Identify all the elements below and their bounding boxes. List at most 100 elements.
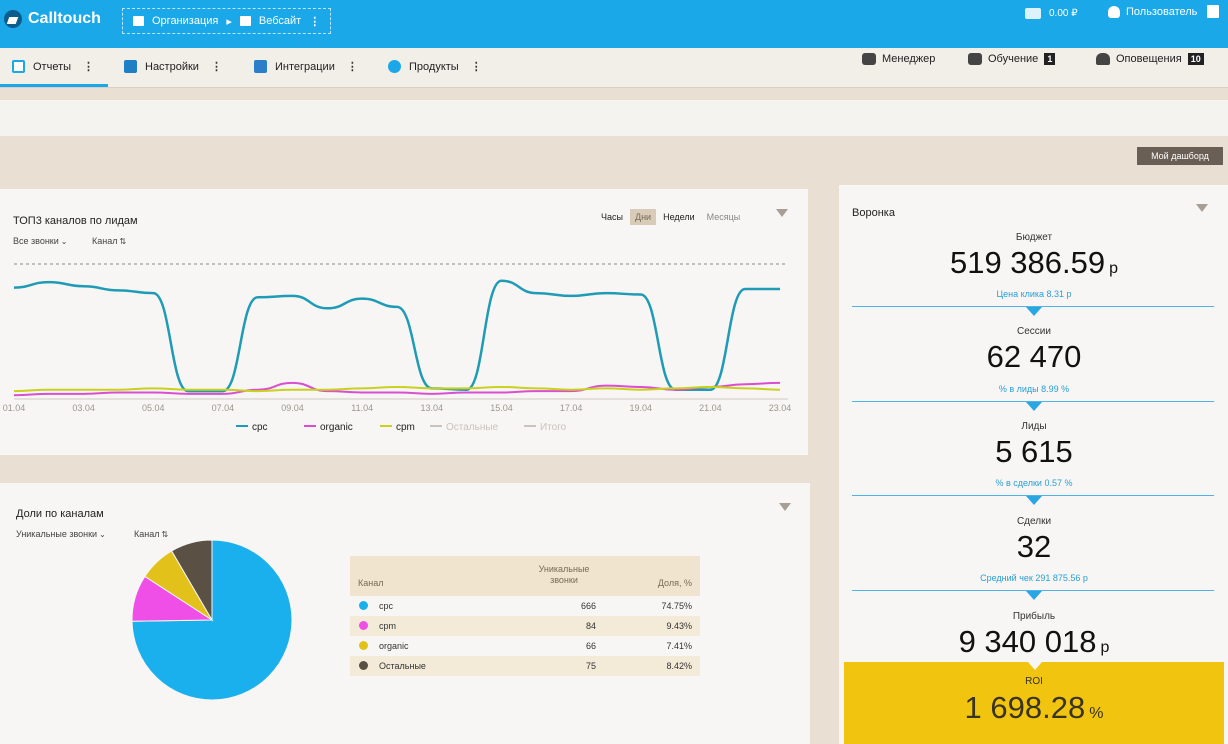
legend-item-Итого[interactable]: Итого <box>524 422 567 433</box>
active-tab-indicator <box>0 84 108 87</box>
roi-number: 1 698.28 <box>964 690 1086 725</box>
column-share[interactable]: Доля, % <box>650 578 692 588</box>
calls-filter-label: Все звонки <box>13 236 59 246</box>
nav-alerts[interactable]: Оповещения 10 <box>1096 53 1204 65</box>
column-unique-calls[interactable]: Уникальные звонки <box>530 564 598 586</box>
graduation-cap-icon <box>968 53 982 65</box>
funnel-arrow-icon <box>1026 307 1042 316</box>
pie-chart <box>131 539 293 701</box>
breadcrumb-more-icon[interactable]: ⋮ <box>309 15 320 28</box>
profit-label: Прибыль <box>1012 611 1056 622</box>
funnel-arrow-icon <box>1026 591 1042 600</box>
puzzle-icon <box>254 60 267 73</box>
period-weeks[interactable]: Недели <box>658 209 700 225</box>
app-logo[interactable]: Calltouch <box>4 10 101 28</box>
funnel-arrow-icon <box>1026 402 1042 411</box>
nav-manager-label: Менеджер <box>882 53 936 65</box>
nav-manager[interactable]: Менеджер <box>862 53 935 65</box>
row-calls: 75 <box>585 661 596 671</box>
roi-unit: % <box>1089 705 1104 722</box>
nav-item-label: Интеграции <box>275 60 335 73</box>
channel-color-dot <box>359 661 368 670</box>
leads-value: 5 615 <box>995 434 1073 469</box>
unique-calls-dropdown[interactable]: Уникальные звонки ⌄ <box>16 529 106 539</box>
unique-calls-label: Уникальные звонки <box>16 529 98 539</box>
legend-label: Остальные <box>446 422 499 433</box>
sessions-label: Сессии <box>1017 326 1051 337</box>
x-tick-label: 19.04 <box>629 403 652 413</box>
period-days[interactable]: Дни <box>629 209 657 225</box>
column-channel[interactable]: Канал <box>358 578 383 588</box>
wallet-icon <box>1025 8 1041 19</box>
legend-item-cpm[interactable]: cpm <box>380 422 415 433</box>
settings-icon <box>124 60 137 73</box>
channel-color-dot <box>359 621 368 630</box>
funnel-title: Воронка <box>852 207 895 219</box>
legend-item-organic[interactable]: organic <box>304 422 353 433</box>
nav-training-label: Обучение <box>988 53 1039 65</box>
chevron-down-icon: ⌄ <box>99 530 106 539</box>
funnel-filter-icon[interactable] <box>1196 204 1208 212</box>
table-row[interactable]: organic 66 7.41% <box>350 636 700 656</box>
table-row[interactable]: cpm 84 9.43% <box>350 616 700 636</box>
series-line-cpc <box>13 279 780 393</box>
top-bar: Calltouch Организация ▸ Вебсайт ⋮ 0.00 ₽… <box>0 0 1228 48</box>
avg-check: Средний чек 291 875.56 р <box>980 573 1088 583</box>
filter-strip <box>0 100 1228 136</box>
nav-item-label: Отчеты <box>33 60 72 73</box>
profit-value: 9 340 018 р <box>846 624 1222 660</box>
deals-label: Сделки <box>1016 516 1052 527</box>
more-icon[interactable]: ⋮ <box>347 60 358 73</box>
profit-unit: р <box>1100 639 1110 656</box>
more-icon[interactable]: ⋮ <box>83 60 94 73</box>
funnel-arrow-icon <box>1026 496 1042 505</box>
row-share: 7.41% <box>666 641 692 651</box>
series-line-cpm <box>13 385 781 393</box>
sessions-value: 62 470 <box>986 339 1082 374</box>
table-row[interactable]: Остальные 75 8.42% <box>350 656 700 676</box>
row-share: 74.75% <box>661 601 692 611</box>
channel-filter-dropdown[interactable]: Канал ⇅ <box>92 236 126 246</box>
nav-item-products[interactable]: Продукты ⋮ <box>388 60 482 73</box>
globe-icon <box>388 60 401 73</box>
legend-item-cpc[interactable]: cpc <box>236 422 268 433</box>
app-name: Calltouch <box>28 10 101 27</box>
more-icon[interactable]: ⋮ <box>471 60 482 73</box>
breadcrumb-site[interactable]: Вебсайт <box>259 15 301 27</box>
row-share: 8.42% <box>666 661 692 671</box>
nav-item-integrations[interactable]: Интеграции ⋮ <box>254 60 358 73</box>
my-dashboard-button[interactable]: Мой дашборд <box>1137 147 1223 165</box>
x-tick-label: 15.04 <box>490 403 513 413</box>
table-row[interactable]: cpc 666 74.75% <box>350 596 700 616</box>
x-tick-label: 21.04 <box>699 403 722 413</box>
organization-icon <box>133 16 144 26</box>
row-channel: organic <box>379 641 409 651</box>
user-menu[interactable]: Пользователь <box>1108 5 1220 18</box>
chart-filter-icon[interactable] <box>776 209 788 217</box>
row-channel: Остальные <box>379 661 426 671</box>
shares-filter-icon[interactable] <box>779 503 791 511</box>
alerts-badge: 10 <box>1187 53 1204 65</box>
roi-value: 1 698.28% <box>844 690 1224 726</box>
period-months[interactable]: Месяцы <box>702 209 746 225</box>
breadcrumb[interactable]: Организация ▸ Вебсайт ⋮ <box>122 8 332 34</box>
roi-label: ROI <box>1025 676 1043 687</box>
click-price: Цена клика 8.31 р <box>996 289 1072 299</box>
legend-label: Итого <box>540 422 567 433</box>
training-badge: 1 <box>1044 53 1056 65</box>
nav-item-settings[interactable]: Настройки ⋮ <box>124 60 222 73</box>
legend-item-Остальные[interactable]: Остальные <box>430 422 499 433</box>
period-hours[interactable]: Часы <box>596 209 628 225</box>
deals-value: 32 <box>1016 529 1052 564</box>
balance[interactable]: 0.00 ₽ <box>1025 8 1078 19</box>
nav-item-reports[interactable]: Отчеты ⋮ <box>12 60 94 73</box>
roi-notch <box>1028 662 1042 670</box>
more-icon[interactable]: ⋮ <box>211 60 222 73</box>
breadcrumb-separator-icon: ▸ <box>226 15 232 28</box>
nav-training[interactable]: Обучение 1 <box>968 53 1056 65</box>
x-tick-label: 17.04 <box>560 403 583 413</box>
budget-unit: р <box>1109 260 1119 277</box>
logout-icon[interactable] <box>1207 5 1220 18</box>
breadcrumb-org[interactable]: Организация <box>152 15 218 27</box>
calls-filter-dropdown[interactable]: Все звонки ⌄ <box>13 236 67 246</box>
